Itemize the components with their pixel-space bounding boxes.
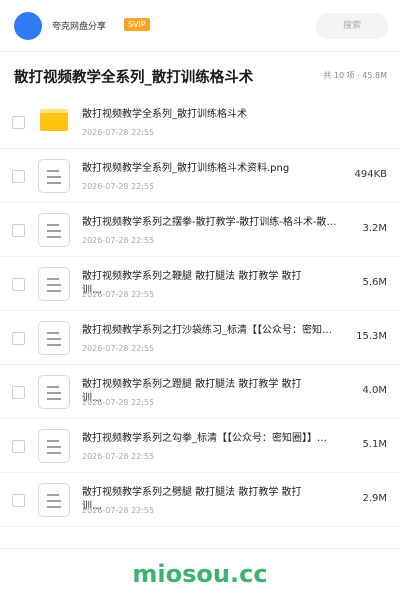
list-item[interactable]: 散打视频教学全系列_散打训练格斗术 2026-07-28 22:55 — [0, 95, 400, 149]
file-size: 15.3M — [356, 331, 387, 342]
svip-badge: SVIP — [124, 18, 150, 31]
checkbox[interactable] — [12, 386, 25, 399]
file-date: 2026-07-28 22:55 — [82, 236, 155, 245]
file-name: 散打视频教学全系列_散打训练格斗术 — [82, 109, 247, 120]
checkbox[interactable] — [12, 224, 25, 237]
file-date: 2026-07-28 22:55 — [82, 452, 155, 461]
page-title: 散打视频教学全系列_散打训练格斗术 — [14, 70, 254, 86]
checkbox[interactable] — [12, 440, 25, 453]
file-date: 2026-07-28 22:55 — [82, 182, 155, 191]
file-date: 2026-07-28 22:55 — [82, 128, 155, 137]
app-name: 夸克网盘分享 — [52, 22, 107, 32]
checkbox[interactable] — [12, 170, 25, 183]
file-name: 散打视频教学系列之打沙袋练习_标清【【公众号：密知圈】】 — [82, 325, 338, 336]
document-icon — [38, 483, 70, 517]
avatar[interactable] — [14, 12, 42, 40]
list-item[interactable]: 散打视频教学系列之打沙袋练习_标清【【公众号：密知圈】】 2026-07-28 … — [0, 311, 400, 365]
list-item[interactable]: 散打视频教学全系列_散打训练格斗术资料.png 2026-07-28 22:55… — [0, 149, 400, 203]
file-date: 2026-07-28 22:55 — [82, 344, 155, 353]
checkbox[interactable] — [12, 494, 25, 507]
checkbox[interactable] — [12, 332, 25, 345]
document-icon — [38, 429, 70, 463]
item-summary: 共 10 项 · 45.8M — [323, 71, 387, 80]
checkbox[interactable] — [12, 278, 25, 291]
list-item[interactable]: 散打视频教学系列之勾拳_标清【【公众号：密知圈】】… 2026-07-28 22… — [0, 419, 400, 473]
file-name: 散打视频教学系列之勾拳_标清【【公众号：密知圈】】… — [82, 433, 327, 444]
search-button[interactable]: 搜索 — [316, 13, 388, 39]
document-icon — [38, 321, 70, 355]
file-size: 5.1M — [362, 439, 387, 450]
list-item[interactable]: 散打视频教学系列之劈腿 散打腿法 散打教学 散打训… 2026-07-28 22… — [0, 473, 400, 527]
top-bar: 夸克网盘分享 SVIP 搜索 — [0, 0, 400, 52]
file-date: 2026-07-28 22:55 — [82, 398, 155, 407]
document-icon — [38, 213, 70, 247]
file-list: 散打视频教学全系列_散打训练格斗术 2026-07-28 22:55 散打视频教… — [0, 95, 400, 527]
file-name: 散打视频教学系列之摆拳-散打教学-散打训练-格斗术-散打视频教学 — [82, 217, 342, 228]
document-icon — [38, 267, 70, 301]
file-size: 494KB — [354, 169, 387, 180]
list-item[interactable]: 散打视频教学系列之鞭腿 散打腿法 散打教学 散打训… 2026-07-28 22… — [0, 257, 400, 311]
document-icon — [38, 375, 70, 409]
list-item[interactable]: 散打视频教学系列之摆拳-散打教学-散打训练-格斗术-散打视频教学 2026-07… — [0, 203, 400, 257]
divider — [0, 548, 400, 549]
file-size: 4.0M — [362, 385, 387, 396]
watermark: miosou.cc — [132, 560, 268, 588]
list-item[interactable]: 散打视频教学系列之蹬腿 散打腿法 散打教学 散打训… 2026-07-28 22… — [0, 365, 400, 419]
document-icon — [38, 159, 70, 193]
file-size: 2.9M — [362, 493, 387, 504]
checkbox[interactable] — [12, 116, 25, 129]
file-name: 散打视频教学全系列_散打训练格斗术资料.png — [82, 163, 290, 174]
file-size: 3.2M — [362, 223, 387, 234]
file-date: 2026-07-28 22:55 — [82, 290, 155, 299]
file-size: 5.6M — [362, 277, 387, 288]
file-date: 2026-07-28 22:55 — [82, 506, 155, 515]
folder-icon — [40, 109, 68, 131]
